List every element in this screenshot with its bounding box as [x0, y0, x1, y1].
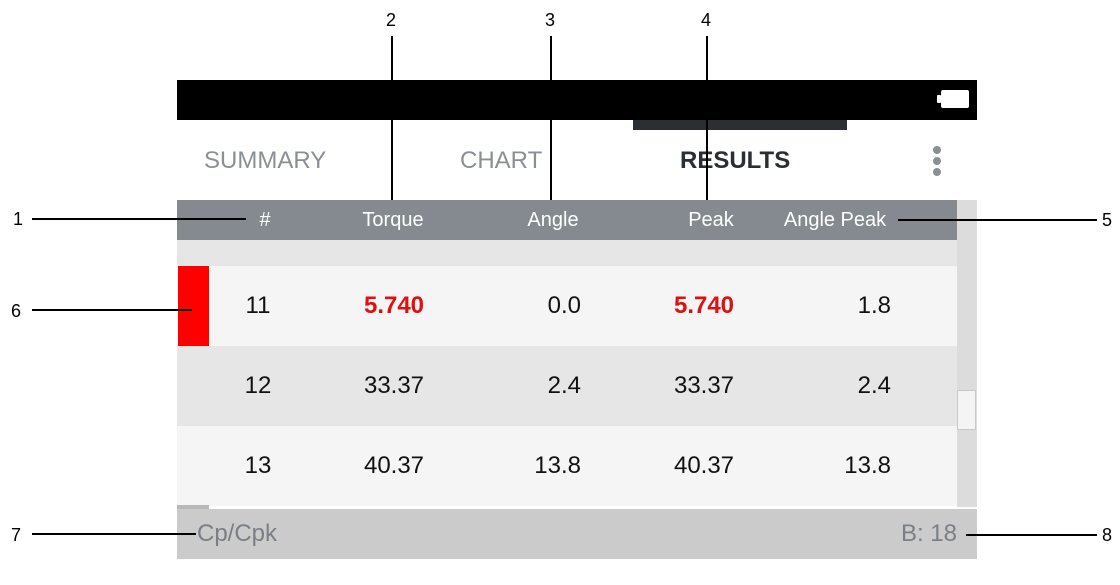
callout-5: 5 [1102, 210, 1113, 230]
tab-results[interactable]: RESULTS [680, 145, 790, 177]
cell-angle-peak: 2.4 [857, 372, 891, 399]
callout-3: 3 [545, 10, 556, 30]
callout-2: 2 [386, 10, 397, 30]
more-vert-icon[interactable] [931, 145, 943, 177]
tab-summary[interactable]: SUMMARY [204, 145, 326, 177]
cell-angle: 2.4 [547, 372, 581, 399]
table-header: # Torque Angle Peak Angle Peak [177, 200, 957, 240]
cell-number: 12 [244, 372, 272, 399]
cell-angle: 13.8 [534, 452, 581, 479]
cell-torque: 5.740 [363, 292, 425, 319]
tab-chart[interactable]: CHART [460, 145, 542, 177]
column-header-torque[interactable]: Torque [362, 200, 423, 240]
table-row-spacer [177, 240, 957, 266]
active-tab-indicator [633, 120, 847, 130]
callout-line-6 [32, 309, 192, 311]
table-row[interactable]: 11 5.740 0.0 5.740 1.8 [177, 266, 957, 346]
battery-icon [937, 90, 969, 108]
footer-bar: Cp/Cpk B: 18 [177, 509, 977, 559]
column-header-angle[interactable]: Angle [527, 200, 578, 240]
status-bar [177, 80, 977, 120]
batch-count: B: 18 [900, 520, 957, 547]
cell-angle: 0.0 [547, 292, 581, 319]
cell-peak: 5.740 [673, 292, 735, 319]
callout-8: 8 [1102, 525, 1113, 545]
callout-7: 7 [11, 525, 22, 545]
table-row[interactable]: 13 40.37 13.8 40.37 13.8 [177, 426, 957, 506]
callout-1: 1 [13, 209, 24, 229]
nok-status-indicator [178, 266, 209, 346]
cell-torque: 33.37 [363, 372, 425, 399]
cell-torque: 40.37 [363, 452, 425, 479]
cell-angle-peak: 13.8 [844, 452, 891, 479]
cell-number: 13 [244, 452, 272, 479]
callout-6: 6 [11, 301, 22, 321]
callout-line-8 [966, 534, 1097, 536]
column-header-angle-peak[interactable]: Angle Peak [784, 200, 886, 240]
vertical-scrollbar[interactable] [957, 200, 977, 507]
callout-line-3 [550, 36, 552, 200]
scrollbar-thumb[interactable] [957, 390, 976, 430]
cell-angle-peak: 1.8 [857, 292, 891, 319]
column-header-peak[interactable]: Peak [688, 200, 734, 240]
callout-line-4 [706, 36, 708, 200]
callout-line-2 [391, 36, 393, 200]
cp-cpk-label[interactable]: Cp/Cpk [197, 509, 277, 559]
callout-4: 4 [701, 10, 712, 30]
callout-line-5 [898, 219, 1097, 221]
callout-line-1 [32, 218, 246, 220]
cell-peak: 40.37 [673, 452, 735, 479]
cell-number: 11 [245, 292, 271, 319]
table-row[interactable]: 12 33.37 2.4 33.37 2.4 [177, 346, 957, 426]
cell-peak: 33.37 [673, 372, 735, 399]
callout-line-7 [32, 533, 196, 535]
column-header-number[interactable]: # [259, 200, 270, 240]
